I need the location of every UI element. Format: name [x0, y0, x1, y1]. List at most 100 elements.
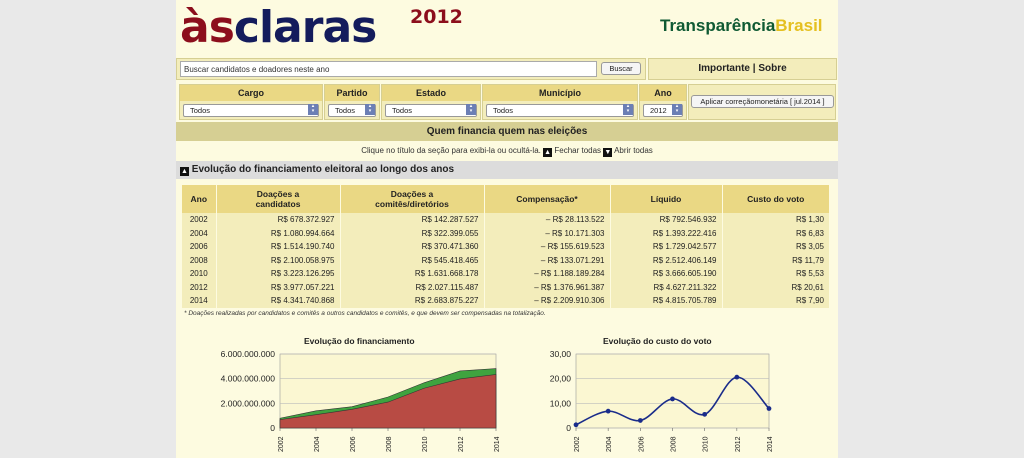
arrow-down-icon[interactable]: ▼ — [603, 148, 613, 157]
table-row: 2014 R$ 4.341.740.868 R$ 2.683.875.227– R$… — [182, 294, 830, 308]
table-cell: 2012 — [182, 280, 217, 294]
chart-title-financing: Evolução do financiamento — [304, 336, 415, 346]
table-cell: 2006 — [182, 240, 217, 254]
apply-correction-button[interactable]: Aplicar correçãomonetária [ jul.2014 ] — [691, 95, 834, 108]
open-all-link[interactable]: Abrir todas — [614, 146, 653, 155]
apply-box: Aplicar correçãomonetária [ jul.2014 ] — [688, 84, 836, 120]
chart-title-vote-cost: Evolução do custo do voto — [603, 336, 712, 346]
ano-select[interactable]: 2012 — [643, 104, 683, 117]
table-cell: 2010 — [182, 267, 217, 281]
important-link[interactable]: Importante — [698, 63, 750, 74]
table-cell: – R$ 155.619.523 — [484, 240, 611, 254]
x-tick-label: 2010 — [703, 436, 710, 452]
table-cell: – R$ 2.209.910.306 — [484, 294, 611, 308]
y-tick-label: 10,00 — [550, 398, 572, 408]
table-row: 2006 R$ 1.514.190.740 R$ 370.471.360– R$ 1… — [182, 240, 830, 254]
table-row: 2010 R$ 3.223.126.295 R$ 1.631.668.178– R$… — [182, 267, 830, 281]
municipio-select[interactable]: Todos — [486, 104, 634, 117]
x-tick-label: 2012 — [735, 436, 742, 452]
x-tick-label: 2002 — [574, 436, 581, 452]
column-header: Doações a comitês/diretórios — [340, 185, 485, 213]
table-cell: R$ 1.514.190.740 — [216, 240, 341, 254]
x-tick-label: 2002 — [278, 436, 285, 452]
table-cell: R$ 1.729.042.577 — [610, 240, 723, 254]
column-header: Líquido — [610, 185, 723, 213]
table-cell: R$ 3.666.605.190 — [610, 267, 723, 281]
about-link[interactable]: Sobre — [758, 63, 786, 74]
table-cell: R$ 5,53 — [722, 267, 830, 281]
table-cell: R$ 1.631.668.178 — [340, 267, 485, 281]
table-cell: 2002 — [182, 213, 217, 227]
close-all-link[interactable]: Fechar todas — [554, 146, 601, 155]
table-row: 2012 R$ 3.977.057.221 R$ 2.027.115.487– R$… — [182, 280, 830, 294]
y-tick-label: 6.000.000.000 — [221, 349, 276, 359]
table-cell: R$ 4.815.705.789 — [610, 294, 723, 308]
table-row: 2008 R$ 2.100.058.975 R$ 545.418.465– R$ 1… — [182, 253, 830, 267]
hint-bar: Clique no título da seção para exibi-la … — [361, 146, 653, 157]
data-point — [702, 411, 708, 417]
y-tick-label: 2.000.000.000 — [221, 398, 276, 408]
search-bar: Buscar — [176, 58, 646, 80]
column-header: Custo do voto — [722, 185, 830, 213]
filter-cargo: Cargo Todos — [179, 84, 323, 120]
top-links: Importante | Sobre — [648, 58, 837, 80]
table-header-row: Ano Doações a candidatos Doações a comit… — [182, 185, 830, 213]
table-cell: R$ 545.418.465 — [340, 253, 485, 267]
financing-chart: 0 2.000.000.000 4.000.000.000 6.000.000.000… — [221, 349, 501, 452]
arrow-up-icon[interactable]: ▲ — [543, 148, 553, 157]
x-tick-label: 2004 — [606, 436, 613, 452]
table-cell: 2014 — [182, 294, 217, 308]
table-cell: R$ 20,61 — [722, 280, 830, 294]
table-cell: R$ 4.627.211.322 — [610, 280, 723, 294]
table-cell: R$ 2.512.406.149 — [610, 253, 723, 267]
search-input[interactable] — [180, 61, 597, 77]
filter-partido: Partido Todos — [324, 84, 380, 120]
x-tick-label: 2012 — [458, 436, 465, 452]
table-cell: R$ 4.341.740.868 — [216, 294, 341, 308]
y-tick-label: 20,00 — [550, 374, 572, 384]
cargo-select[interactable]: Todos — [183, 104, 319, 117]
column-header: Doações a candidatos — [216, 185, 341, 213]
x-tick-label: 2006 — [638, 436, 645, 452]
data-point — [670, 396, 675, 402]
table-cell: R$ 3.977.057.221 — [216, 280, 341, 294]
table-cell: – R$ 133.071.291 — [484, 253, 611, 267]
right-background — [838, 0, 1024, 458]
logo-year: 2012 — [410, 6, 463, 28]
plot-area — [575, 353, 770, 429]
asclaras-logo[interactable]: àsclaras 2012 — [180, 2, 463, 53]
transparencia-brasil-logo[interactable]: TransparênciaBrasil — [660, 16, 823, 36]
table-cell: R$ 1.393.222.416 — [610, 226, 723, 240]
table-cell: 2008 — [182, 253, 217, 267]
section-header: Quem financia quem nas eleições — [176, 122, 838, 141]
estado-select[interactable]: Todos — [385, 104, 477, 117]
table-cell: – R$ 1.188.189.284 — [484, 267, 611, 281]
x-tick-label: 2008 — [671, 436, 678, 452]
data-point — [573, 422, 579, 428]
table-cell: R$ 1,30 — [722, 213, 830, 227]
table-cell: R$ 7,90 — [722, 294, 830, 308]
table-cell: – R$ 28.113.522 — [484, 213, 611, 227]
column-header: Compensação* — [484, 185, 611, 213]
search-button[interactable]: Buscar — [601, 62, 641, 75]
table-cell: R$ 322.399.055 — [340, 226, 485, 240]
table-cell: R$ 2.027.115.487 — [340, 280, 485, 294]
main-content: àsclaras 2012 TransparênciaBrasil Buscar… — [176, 0, 838, 458]
table-cell: R$ 3.223.126.295 — [216, 267, 341, 281]
table-cell: R$ 678.372.927 — [216, 213, 341, 227]
x-tick-label: 2014 — [767, 436, 774, 452]
table-row: 2004 R$ 1.080.994.664 R$ 322.399.055– R$ 1… — [182, 226, 830, 240]
table-cell: R$ 11,79 — [722, 253, 830, 267]
table-cell: R$ 370.471.360 — [340, 240, 485, 254]
filter-municipio: Município Todos — [482, 84, 638, 120]
data-point — [637, 418, 643, 423]
partido-select[interactable]: Todos — [328, 104, 376, 117]
section-title-financing[interactable]: ▲ Evolução do financiamento eleitoral ao… — [176, 161, 838, 179]
y-tick-label: 4.000.000.000 — [221, 374, 276, 384]
table-cell: – R$ 1.376.961.387 — [484, 280, 611, 294]
table-cell: 2004 — [182, 226, 217, 240]
x-tick-label: 2004 — [314, 436, 321, 452]
data-point — [605, 408, 611, 414]
data-point — [734, 374, 740, 380]
x-tick-label: 2008 — [386, 436, 393, 452]
